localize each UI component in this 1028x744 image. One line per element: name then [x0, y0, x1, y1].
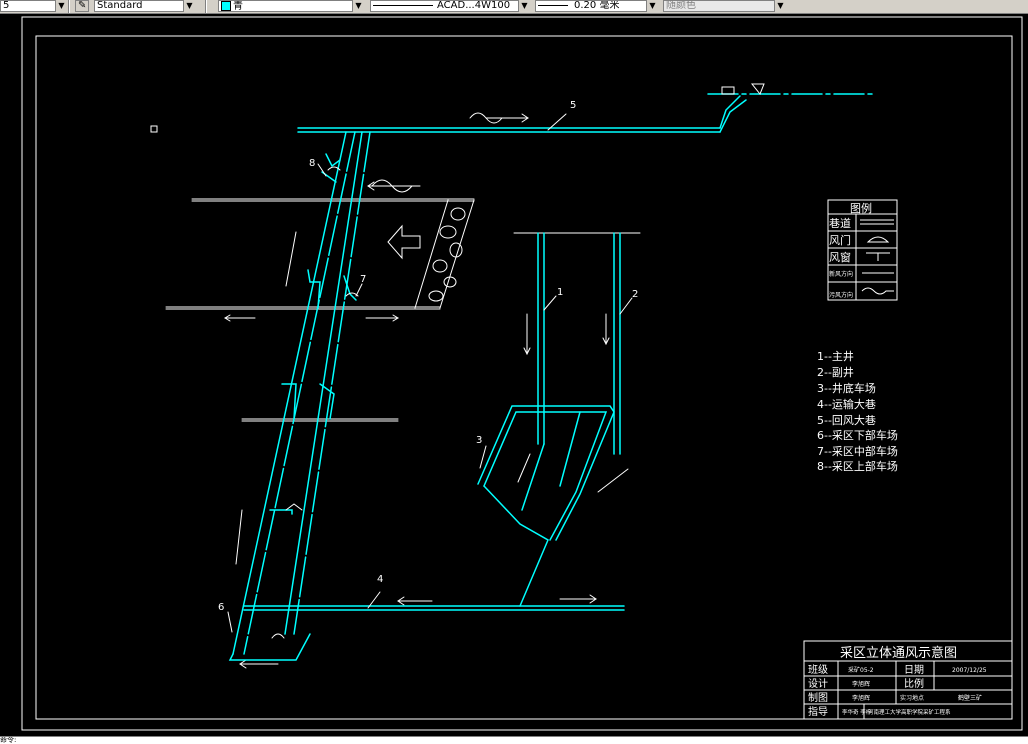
- textstyle-select[interactable]: 5: [0, 0, 56, 12]
- chevron-down-icon[interactable]: ▼: [183, 0, 195, 12]
- textstyle-value: 5: [3, 0, 10, 11]
- chevron-down-icon[interactable]: ▼: [774, 0, 786, 12]
- legend-item-roadway: 巷道: [829, 216, 851, 230]
- shaft-bottom-yard: [477, 405, 629, 607]
- properties-toolbar: 5 ▼ ✎ Standard ▼ 青 ▼ ACAD...4W100 ▼ 0.20…: [0, 0, 1028, 14]
- inclined-roadways: [232, 131, 371, 655]
- school-name: 河南理工大学高职学院采矿工程系: [868, 708, 951, 716]
- legend-item-air-window: 风窗: [829, 250, 851, 264]
- key-item: 3--井底车场: [817, 381, 876, 395]
- key-item: 2--副井: [817, 365, 854, 379]
- date-value: 2007/12/25: [952, 667, 987, 674]
- toolbar-separator: [68, 0, 70, 13]
- lineweight-select[interactable]: 0.20 毫米: [535, 0, 647, 12]
- ucs-marker: [150, 125, 158, 133]
- dimstyle-select[interactable]: Standard: [94, 0, 184, 12]
- haulage-roadway: [228, 605, 625, 661]
- title-block-title: 采区立体通风示意图: [840, 645, 957, 661]
- legend-item-air-door: 风门: [829, 233, 851, 247]
- return-airway: [297, 83, 873, 133]
- ventilation-diagram: [165, 83, 873, 669]
- air-door-symbol-icon: [866, 236, 890, 243]
- label-return-airway: 5: [570, 100, 576, 111]
- design-value: 李旭辉: [852, 680, 870, 688]
- key-item: 4--运输大巷: [817, 397, 876, 411]
- label-haulage-roadway: 4: [377, 574, 383, 585]
- legend-item-fresh-air: 新风方向: [829, 270, 853, 278]
- foul-air-arrow-icon: [367, 112, 529, 193]
- plotstyle-value: 随颜色: [666, 0, 696, 11]
- scale-label: 比例: [904, 677, 924, 690]
- class-value: 采矿05-2: [848, 666, 874, 674]
- legend-item-foul-air: 污风方向: [829, 291, 853, 299]
- date-label: 日期: [904, 664, 924, 676]
- plotstyle-select[interactable]: 随颜色: [663, 0, 775, 12]
- guide-label: 指导: [808, 705, 828, 718]
- outer-frame: [21, 16, 1023, 731]
- dimstyle-value: Standard: [97, 0, 143, 11]
- label-auxiliary-shaft: 2: [632, 289, 638, 300]
- key-item: 1--主井: [817, 349, 854, 363]
- chevron-down-icon[interactable]: ▼: [352, 0, 364, 12]
- label-upper-yard: 8: [309, 158, 315, 169]
- toolbar-separator: [205, 0, 207, 13]
- linetype-sample: [373, 4, 433, 6]
- key-list: 1--主井 2--副井 3--井底车场 4--运输大巷 5--回风大巷 6--采…: [817, 349, 898, 473]
- class-label: 班级: [808, 664, 828, 676]
- dimstyle-manager-icon[interactable]: ✎: [75, 0, 89, 12]
- layer-select[interactable]: 青: [218, 0, 354, 12]
- legend-title: 图例: [850, 201, 872, 215]
- key-item: 8--采区上部车场: [817, 459, 898, 473]
- lineweight-value: 0.20 毫米: [574, 0, 620, 11]
- sublevel-roadways: [165, 198, 475, 422]
- practice-value: 鹤壁三矿: [958, 694, 982, 702]
- label-shaft-bottom: 3: [476, 435, 482, 446]
- label-main-shaft: 1: [557, 287, 563, 298]
- lineweight-sample: [538, 4, 568, 6]
- label-lower-yard: 6: [218, 602, 224, 613]
- drawing-canvas[interactable]: 5 1 2 3 4 6 7 8 图例 巷道 风门 风窗 新风方向 污风方向 1-…: [0, 14, 1028, 736]
- label-middle-yard: 7: [360, 274, 366, 285]
- legend: [827, 199, 898, 301]
- chevron-down-icon[interactable]: ▼: [55, 0, 67, 12]
- design-label: 设计: [808, 677, 828, 690]
- foul-air-arrow-icon: [861, 287, 894, 295]
- leader-lines: [227, 113, 633, 633]
- chevron-down-icon[interactable]: ▼: [518, 0, 530, 12]
- linetype-select[interactable]: ACAD...4W100: [370, 0, 520, 12]
- working-face: [387, 199, 475, 309]
- key-item: 5--回风大巷: [817, 413, 876, 427]
- draw-value: 李旭辉: [852, 694, 870, 702]
- key-item: 7--采区中部车场: [817, 444, 898, 458]
- key-item: 6--采区下部车场: [817, 428, 898, 442]
- practice-label: 实习地点: [900, 694, 924, 702]
- draw-label: 制图: [808, 691, 828, 704]
- layer-color-swatch: [221, 1, 231, 11]
- linetype-value: ACAD...4W100: [437, 0, 511, 11]
- chevron-down-icon[interactable]: ▼: [646, 0, 658, 12]
- layer-value: 青: [233, 1, 243, 12]
- inner-frame: [35, 35, 1013, 720]
